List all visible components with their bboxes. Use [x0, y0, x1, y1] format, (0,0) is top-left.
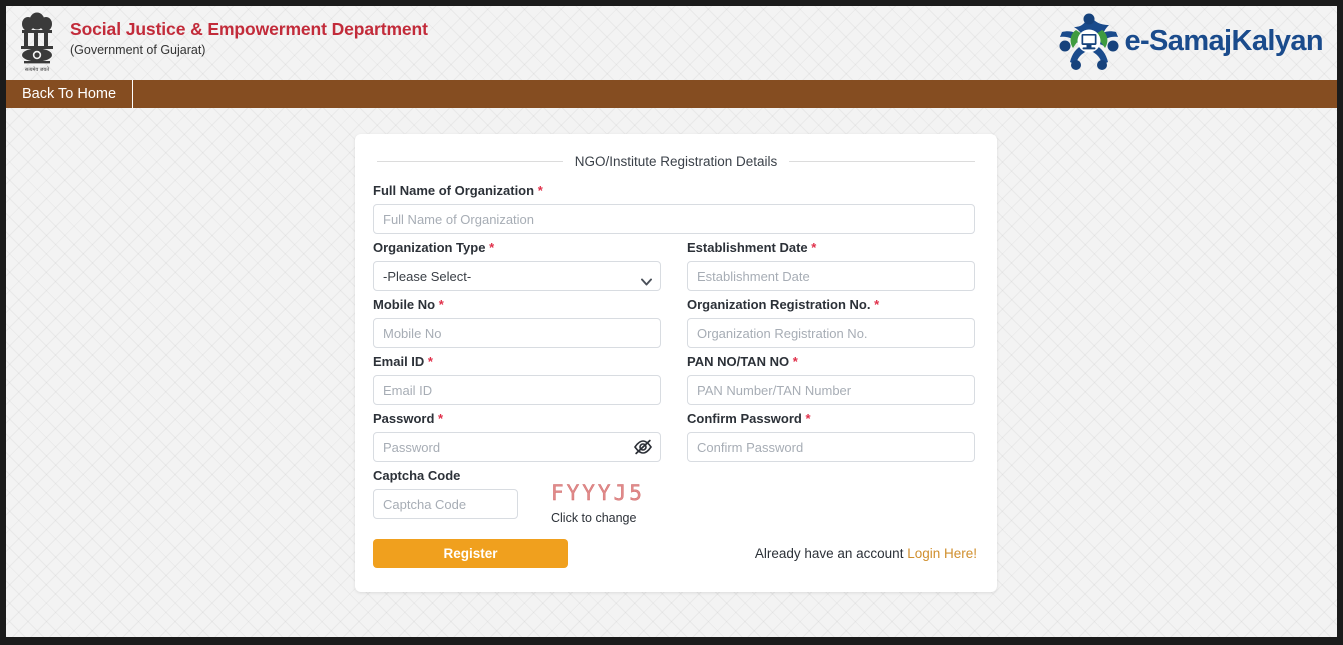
header-branding-right: e-SamajKalyan [1056, 10, 1324, 72]
login-prompt-text: Already have an account [754, 546, 908, 561]
label-captcha: Captcha Code [373, 468, 518, 483]
label-mobile-no-text: Mobile No [373, 297, 436, 312]
field-pan-tan: PAN NO/TAN NO * [687, 354, 975, 405]
establishment-date-input[interactable] [687, 261, 975, 291]
pan-tan-input[interactable] [687, 375, 975, 405]
label-password-text: Password [373, 411, 435, 426]
form-row-captcha: Captcha Code FYYYJ5 Click to change [373, 468, 979, 525]
eye-slash-icon[interactable] [633, 438, 653, 456]
org-type-select-wrap: -Please Select- [373, 261, 661, 291]
label-password: Password * [373, 411, 661, 426]
label-pan-tan-text: PAN NO/TAN NO [687, 354, 790, 369]
mobile-no-input[interactable] [373, 318, 661, 348]
label-captcha-text: Captcha Code [373, 468, 461, 483]
legend-title: NGO/Institute Registration Details [574, 154, 778, 169]
field-mobile-no: Mobile No * [373, 297, 661, 348]
label-pan-tan: PAN NO/TAN NO * [687, 354, 975, 369]
label-establishment-date: Establishment Date * [687, 240, 975, 255]
label-org-name-text: Full Name of Organization [373, 183, 535, 198]
register-button[interactable]: Register [373, 539, 568, 568]
field-confirm-password: Confirm Password * [687, 411, 975, 462]
required-marker: * [805, 411, 811, 426]
brand-name: e-SamajKalyan [1124, 24, 1323, 57]
registration-card: NGO/Institute Registration Details Full … [355, 134, 997, 592]
field-email-id: Email ID * [373, 354, 661, 405]
content-area: NGO/Institute Registration Details Full … [6, 108, 1337, 637]
required-marker: * [537, 183, 543, 198]
india-national-emblem-icon: सत्यमेव जयते [14, 10, 60, 74]
password-input-wrap [373, 432, 661, 462]
site-header: सत्यमेव जयते Social Justice & Empowermen… [6, 6, 1337, 80]
required-marker: * [427, 354, 433, 369]
svg-text:सत्यमेव जयते: सत्यमेव जयते [25, 66, 49, 73]
org-name-input[interactable] [373, 204, 975, 234]
e-samajkalyan-logo-icon [1056, 10, 1122, 72]
form-row-actions: Register Already have an account Login H… [373, 539, 979, 568]
header-text-block: Social Justice & Empowerment Department … [70, 10, 428, 57]
label-org-type: Organization Type * [373, 240, 661, 255]
header-branding-left: सत्यमेव जयते Social Justice & Empowermen… [14, 10, 428, 74]
confirm-password-input[interactable] [687, 432, 975, 462]
form-row-email-pan: Email ID * PAN NO/TAN NO * [373, 354, 979, 408]
required-marker: * [874, 297, 880, 312]
field-establishment-date: Establishment Date * [687, 240, 975, 291]
label-org-name: Full Name of Organization * [373, 183, 975, 198]
label-email-id: Email ID * [373, 354, 661, 369]
label-establishment-date-text: Establishment Date [687, 240, 808, 255]
required-marker: * [811, 240, 817, 255]
field-org-reg-no: Organization Registration No. * [687, 297, 975, 348]
email-id-input[interactable] [373, 375, 661, 405]
org-reg-no-input[interactable] [687, 318, 975, 348]
field-org-name: Full Name of Organization * [373, 183, 975, 234]
captcha-input[interactable] [373, 489, 518, 519]
label-org-reg-no: Organization Registration No. * [687, 297, 975, 312]
login-prompt: Already have an account Login Here! [755, 546, 979, 561]
field-captcha: Captcha Code [373, 468, 518, 519]
form-row-org-name: Full Name of Organization * [373, 183, 979, 237]
login-here-link[interactable]: Login Here! [907, 546, 977, 561]
captcha-image-block: FYYYJ5 Click to change [551, 468, 645, 525]
legend-rule-left [377, 161, 563, 162]
required-marker: * [489, 240, 495, 255]
main-nav-bar: Back To Home [6, 80, 1337, 108]
form-row-type-date: Organization Type * -Please Select- Esta… [373, 240, 979, 294]
required-marker: * [438, 411, 444, 426]
card-legend: NGO/Institute Registration Details [377, 154, 975, 169]
label-confirm-password-text: Confirm Password [687, 411, 802, 426]
nav-item-back-to-home[interactable]: Back To Home [6, 80, 134, 108]
form-row-passwords: Password * Password Confirm Password * C… [373, 411, 979, 465]
department-title: Social Justice & Empowerment Department [70, 19, 428, 39]
legend-rule-right [789, 161, 975, 162]
required-marker: * [438, 297, 444, 312]
government-subtitle: (Government of Gujarat) [70, 43, 206, 58]
label-email-id-text: Email ID [373, 354, 425, 369]
label-org-reg-no-text: Organization Registration No. [687, 297, 871, 312]
field-org-type: Organization Type * -Please Select- [373, 240, 661, 291]
label-org-type-text: Organization Type [373, 240, 486, 255]
label-confirm-password: Confirm Password * [687, 411, 975, 426]
field-password: Password * [373, 411, 661, 462]
label-mobile-no: Mobile No * [373, 297, 661, 312]
password-input[interactable] [373, 432, 661, 462]
captcha-refresh-hint[interactable]: Click to change [551, 511, 645, 525]
form-row-mobile-regno: Mobile No * Organization Registration No… [373, 297, 979, 351]
required-marker: * [792, 354, 798, 369]
page-frame: सत्यमेव जयते Social Justice & Empowermen… [6, 6, 1337, 637]
org-type-select[interactable]: -Please Select- [373, 261, 661, 291]
captcha-code-image[interactable]: FYYYJ5 [551, 482, 645, 504]
